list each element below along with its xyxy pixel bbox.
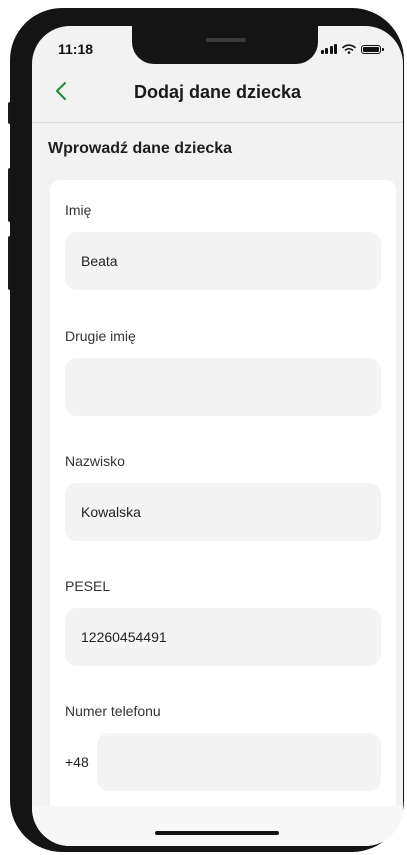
pesel-field: PESEL 12260454491 — [65, 578, 381, 666]
middle-name-input[interactable] — [65, 358, 381, 416]
phone-row: +48 — [65, 733, 381, 791]
header-divider — [32, 122, 403, 123]
bottom-area — [32, 806, 403, 846]
form-card: Imię Beata Drugie imię Nazwisko Kowalska… — [50, 180, 396, 846]
wifi-icon — [342, 44, 356, 54]
phone-prefix[interactable]: +48 — [65, 754, 89, 770]
nav-header: Dodaj dane dziecka — [32, 70, 403, 120]
screen: 11:18 Dodaj dane dziecka Wprowadź dane d… — [32, 26, 403, 846]
last-name-label: Nazwisko — [65, 453, 125, 469]
last-name-field: Nazwisko Kowalska — [65, 453, 381, 541]
section-title: Wprowadź dane dziecka — [48, 140, 233, 157]
pesel-input[interactable]: 12260454491 — [65, 608, 381, 666]
status-icons — [320, 44, 384, 54]
page-title: Dodaj dane dziecka — [133, 82, 302, 102]
first-name-input[interactable]: Beata — [65, 232, 381, 290]
first-name-label: Imię — [65, 202, 92, 218]
last-name-input[interactable]: Kowalska — [65, 483, 381, 541]
signal-icon — [320, 44, 337, 54]
home-indicator[interactable] — [155, 831, 279, 835]
status-time: 11:18 — [58, 41, 94, 57]
notch — [132, 26, 318, 64]
phone-input[interactable] — [97, 733, 381, 791]
middle-name-label: Drugie imię — [65, 328, 136, 344]
pesel-label: PESEL — [65, 578, 111, 594]
battery-icon — [361, 45, 384, 54]
middle-name-field: Drugie imię — [65, 328, 381, 416]
first-name-field: Imię Beata — [65, 202, 381, 290]
phone-frame: 11:18 Dodaj dane dziecka Wprowadź dane d… — [10, 8, 404, 852]
phone-label: Numer telefonu — [65, 703, 161, 719]
phone-field: Numer telefonu +48 — [65, 703, 381, 791]
